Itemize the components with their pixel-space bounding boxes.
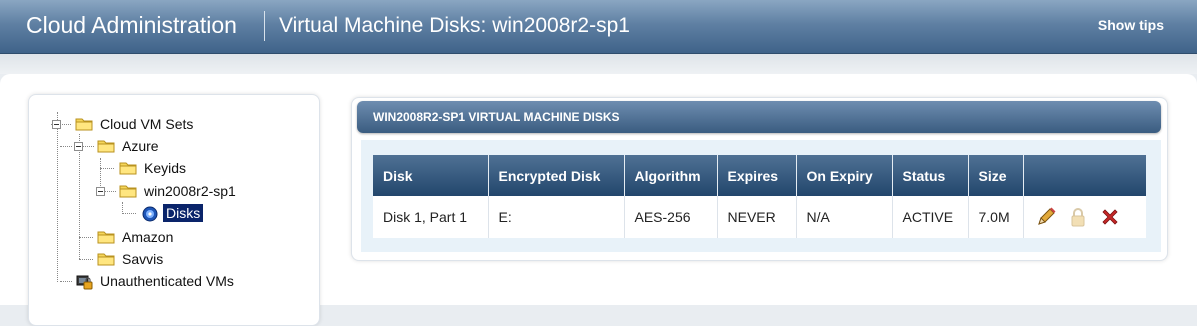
table-row: Disk 1, Part 1 E: AES-256 NEVER N/A ACTI…: [373, 196, 1146, 238]
column-header-expires[interactable]: Expires: [717, 155, 797, 196]
cell-encrypted-disk: E:: [488, 196, 625, 238]
app-title: Cloud Administration: [26, 12, 237, 38]
tree-label: Unauthenticated VMs: [100, 273, 234, 289]
tree-line: [82, 146, 94, 147]
page-title: Virtual Machine Disks: win2008r2-sp1: [279, 14, 630, 37]
folder-icon: [97, 230, 115, 244]
tree-line: [100, 168, 114, 169]
cell-on-expiry: N/A: [796, 196, 893, 238]
app-header: Cloud Administration Virtual Machine Dis…: [0, 0, 1197, 54]
collapse-root-toggle[interactable]: [52, 120, 61, 129]
tree-item-unauthenticated-vms[interactable]: Unauthenticated VMs: [75, 271, 237, 291]
disks-table: Disk Encrypted Disk Algorithm Expires On…: [373, 155, 1146, 238]
lock-icon: [1071, 208, 1084, 227]
tree-line: [79, 259, 93, 260]
disk-icon: [141, 206, 159, 222]
tree-line: [57, 112, 58, 282]
delete-button[interactable]: [1098, 205, 1122, 229]
cell-size: 7.0M: [968, 196, 1024, 238]
tree-label: Azure: [122, 138, 159, 154]
tree-label: Cloud VM Sets: [100, 116, 194, 132]
table-header-row: Disk Encrypted Disk Algorithm Expires On…: [373, 155, 1146, 196]
collapse-vm-toggle[interactable]: [96, 187, 105, 196]
tree-item-keyids[interactable]: Keyids: [119, 158, 189, 178]
tree-label: Disks: [163, 204, 204, 222]
column-header-on-expiry[interactable]: On Expiry: [796, 155, 893, 196]
tree-line: [79, 237, 93, 238]
tree-item-win2008r2-sp1[interactable]: win2008r2-sp1: [119, 181, 239, 201]
column-header-actions: [1023, 155, 1146, 196]
column-header-disk[interactable]: Disk: [373, 155, 489, 196]
pencil-icon: [1037, 207, 1055, 225]
column-header-size[interactable]: Size: [968, 155, 1024, 196]
panel-title: WIN2008R2-SP1 VIRTUAL MACHINE DISKS: [357, 101, 1161, 133]
cell-algorithm: AES-256: [624, 196, 718, 238]
cell-expires: NEVER: [717, 196, 797, 238]
tree-line: [60, 281, 72, 282]
folder-icon: [97, 252, 115, 266]
tree-item-savvis[interactable]: Savvis: [97, 249, 166, 269]
column-header-encrypted-disk[interactable]: Encrypted Disk: [488, 155, 625, 196]
folder-icon: [119, 184, 137, 198]
title-divider: [264, 11, 265, 41]
tree-line: [60, 146, 72, 147]
tree-label: Savvis: [122, 251, 164, 267]
tree-item-amazon[interactable]: Amazon: [97, 227, 176, 247]
folder-icon: [97, 139, 115, 153]
row-actions: [1034, 205, 1137, 229]
show-tips-link[interactable]: Show tips: [1098, 17, 1164, 33]
cell-disk: Disk 1, Part 1: [373, 196, 489, 238]
cell-status: ACTIVE: [892, 196, 969, 238]
edit-button[interactable]: [1034, 205, 1058, 229]
header-shadow: [0, 54, 1197, 74]
folder-icon: [119, 161, 137, 175]
tree-line: [104, 191, 116, 192]
column-header-status[interactable]: Status: [892, 155, 969, 196]
column-header-algorithm[interactable]: Algorithm: [624, 155, 718, 196]
tree-line: [122, 213, 136, 214]
tree-item-disks[interactable]: Disks: [141, 203, 204, 223]
tree-item-cloud-vm-sets[interactable]: Cloud VM Sets: [75, 114, 196, 134]
tree-label: win2008r2-sp1: [144, 183, 236, 199]
cell-actions: [1023, 196, 1146, 238]
tree-label: Amazon: [122, 229, 174, 245]
tree-item-azure[interactable]: Azure: [97, 136, 162, 156]
locked-computer-icon: [75, 274, 93, 290]
collapse-azure-toggle[interactable]: [74, 142, 83, 151]
lock-button[interactable]: [1066, 205, 1090, 229]
tree-label: Keyids: [144, 160, 187, 176]
delete-icon: [1101, 209, 1118, 225]
tree-line: [79, 237, 80, 259]
folder-icon: [75, 117, 93, 131]
